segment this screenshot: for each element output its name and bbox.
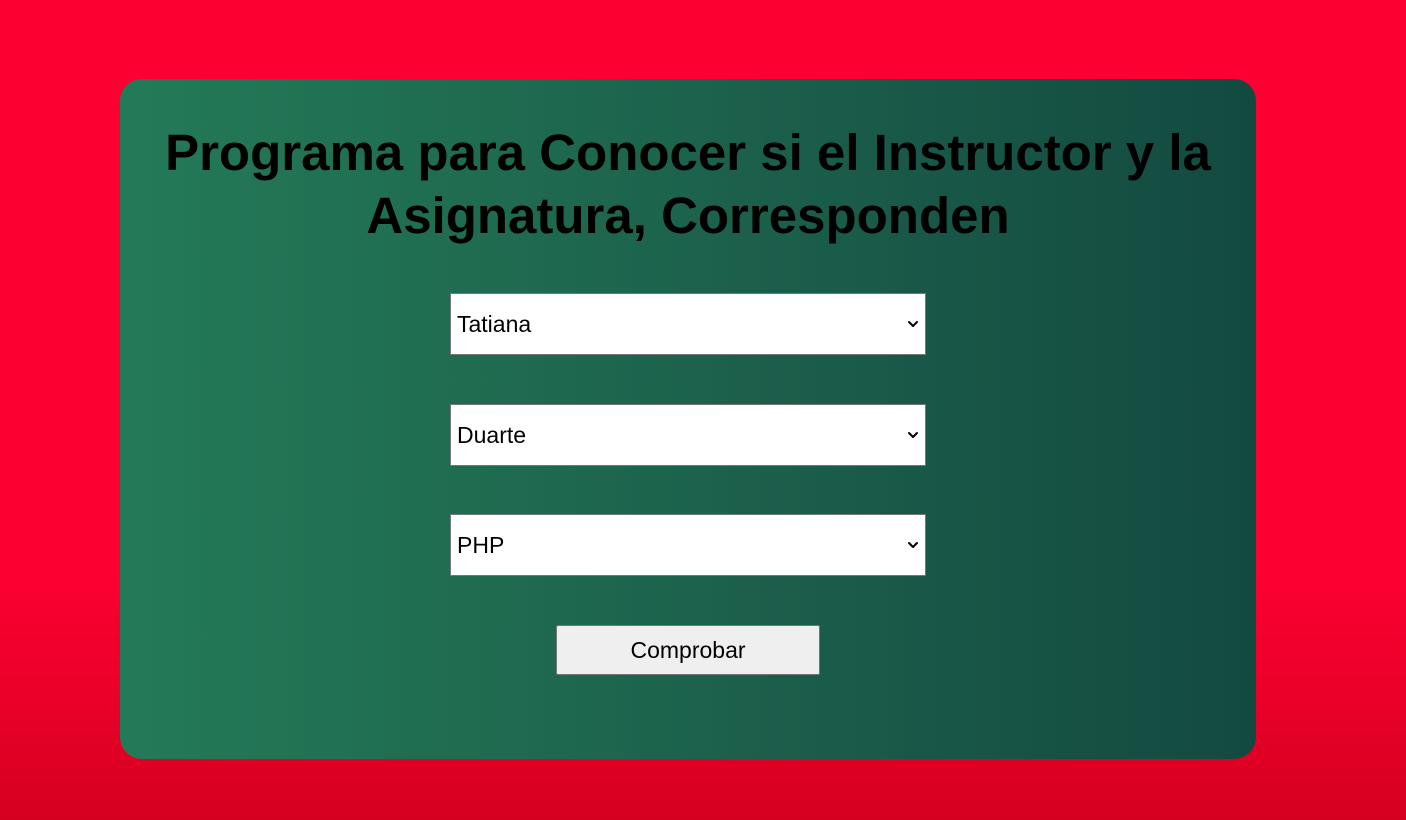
instructor-last-name-select-wrapper: Duarte: [450, 404, 926, 466]
subject-select-wrapper: PHP: [450, 514, 926, 576]
instructor-first-name-select[interactable]: Tatiana: [451, 294, 925, 354]
page-title: Programa para Conocer si el Instructor y…: [165, 124, 1211, 244]
comprobar-button[interactable]: Comprobar: [556, 625, 820, 675]
instructor-first-name-select-wrapper: Tatiana: [450, 293, 926, 355]
instructor-last-name-select[interactable]: Duarte: [451, 405, 925, 465]
main-card: Programa para Conocer si el Instructor y…: [120, 79, 1256, 759]
subject-select[interactable]: PHP: [451, 515, 925, 575]
